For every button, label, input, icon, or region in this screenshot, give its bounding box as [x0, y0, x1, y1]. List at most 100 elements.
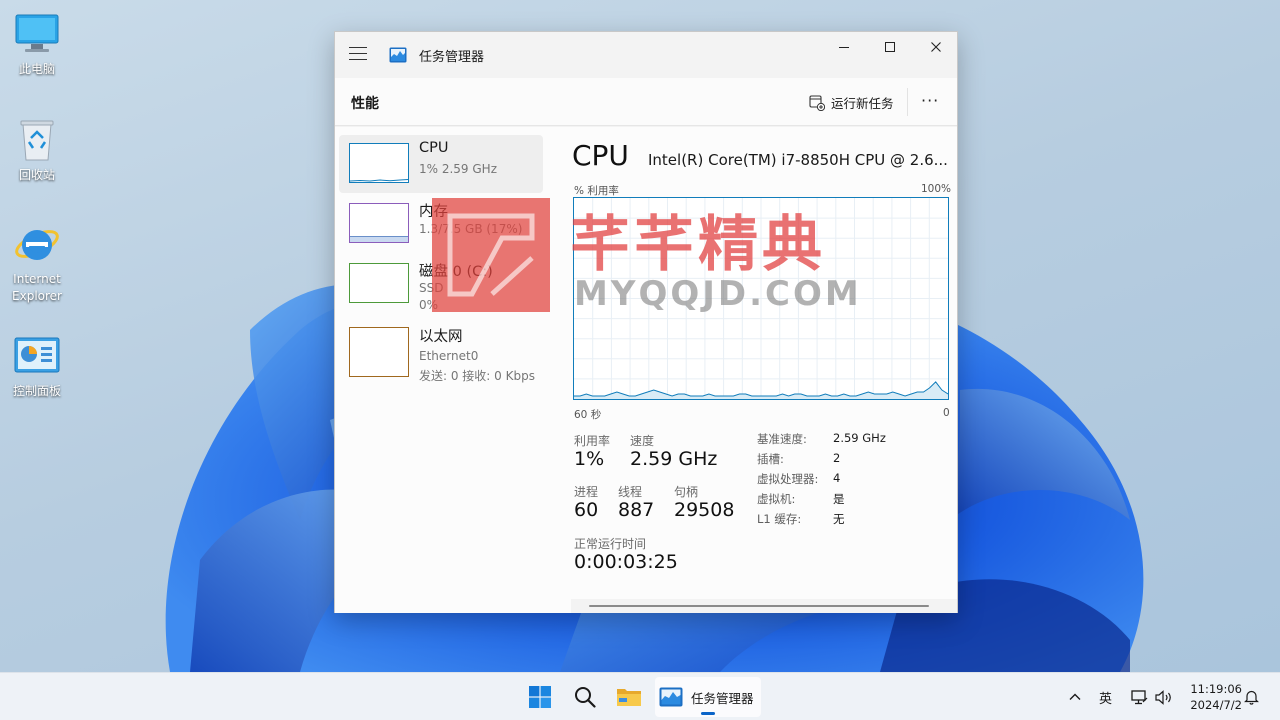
computer-icon	[13, 10, 61, 58]
network-icon	[1131, 689, 1148, 704]
window-title: 任务管理器	[419, 50, 485, 65]
graph-top-right-label: 100%	[921, 183, 952, 195]
hamburger-menu-icon[interactable]	[349, 47, 367, 61]
spec-key: 虚拟处理器:	[757, 472, 819, 486]
cpu-thumbnail-graph	[349, 143, 409, 183]
close-button[interactable]	[913, 32, 959, 62]
chevron-up-icon	[1069, 693, 1081, 700]
active-app-indicator	[701, 712, 715, 715]
system-clock[interactable]: 11:19:06 2024/7/2	[1184, 681, 1242, 713]
threads-value: 887	[618, 499, 655, 521]
handles-label: 句柄	[674, 485, 699, 499]
spec-value: 无	[833, 512, 845, 526]
bell-icon	[1244, 690, 1259, 705]
graph-bottom-right-label: 0	[943, 407, 950, 419]
recycle-bin-icon	[13, 116, 61, 164]
threads-label: 线程	[618, 485, 643, 499]
internet-explorer-icon	[13, 220, 61, 268]
utilization-label: 利用率	[574, 434, 611, 448]
handles-value: 29508	[674, 499, 735, 521]
folder-icon	[617, 689, 641, 706]
perf-item-disk[interactable]: 磁盘 0 (C:) SSD 0%	[339, 255, 543, 313]
taskbar: 任务管理器 英 11:19:06 2024/7/2	[0, 672, 1280, 720]
spec-value: 4	[833, 471, 841, 485]
close-icon	[931, 42, 941, 52]
spec-key: 基准速度:	[757, 432, 807, 446]
uptime-value: 0:00:03:25	[574, 551, 678, 573]
perf-item-detail: 0%	[419, 298, 439, 312]
processes-value: 60	[574, 499, 599, 521]
details-title: CPU	[572, 139, 629, 172]
cpu-mini-chart	[349, 179, 409, 182]
perf-item-memory[interactable]: 内存 1.3/7.5 GB (17%)	[339, 195, 543, 253]
memory-thumbnail-graph	[349, 203, 409, 243]
desktop-icon-internet-explorer[interactable]: Internet Explorer	[1, 220, 73, 305]
command-bar: 性能 运行新任务 ···	[335, 78, 957, 126]
horizontal-scrollbar[interactable]	[571, 599, 957, 613]
perf-item-name: 以太网	[419, 329, 463, 345]
start-button[interactable]	[520, 677, 560, 717]
perf-item-detail: 1% 2.59 GHz	[419, 162, 498, 176]
task-manager-window: 任务管理器 性能 运行新任务 ··· CPU 1% 2.59 GHz 内存 1.…	[334, 31, 958, 613]
input-method-indicator[interactable]: 英	[1099, 673, 1112, 720]
more-options-button[interactable]: ···	[921, 91, 939, 110]
perf-item-ethernet[interactable]: 以太网 Ethernet0 发送: 0 接收: 0 Kbps	[339, 327, 543, 385]
cpu-graph-svg	[574, 198, 949, 399]
desktop-icon-label: Internet Explorer	[12, 272, 62, 303]
network-button[interactable]	[1131, 673, 1148, 720]
minimize-icon	[839, 47, 849, 48]
title-bar[interactable]: 任务管理器	[335, 32, 957, 78]
spec-key: 插槽:	[757, 452, 784, 466]
taskbar-app-label: 任务管理器	[691, 690, 754, 706]
search-icon	[575, 687, 596, 708]
speaker-icon	[1155, 689, 1171, 705]
run-new-task-icon	[809, 94, 825, 111]
volume-button[interactable]	[1155, 673, 1173, 720]
perf-item-detail: SSD	[419, 281, 444, 295]
notifications-button[interactable]	[1244, 673, 1259, 720]
disk-thumbnail-graph	[349, 263, 409, 303]
perf-item-detail: 发送: 0 接收: 0 Kbps	[419, 369, 535, 383]
maximize-icon	[885, 42, 895, 52]
task-manager-taskbar-icon	[659, 687, 683, 707]
perf-item-name: 磁盘 0 (C:)	[419, 264, 493, 280]
run-new-task-label: 运行新任务	[831, 96, 894, 111]
desktop-icon-recycle-bin[interactable]: 回收站	[1, 116, 73, 184]
task-manager-icon	[389, 47, 407, 63]
cpu-model-name: Intel(R) Core(TM) i7-8850H CPU @ 2.6...	[648, 151, 948, 169]
desktop-icon-label: 回收站	[18, 168, 55, 182]
control-panel-icon	[13, 332, 61, 380]
perf-item-detail: Ethernet0	[419, 349, 479, 363]
memory-fill	[350, 236, 408, 242]
desktop-icon-this-pc[interactable]: 此电脑	[1, 10, 73, 78]
maximize-button[interactable]	[867, 32, 913, 62]
uptime-label: 正常运行时间	[574, 537, 647, 551]
graph-bottom-left-label: 60 秒	[574, 409, 602, 421]
graph-top-left-label: % 利用率	[574, 185, 619, 197]
file-explorer-button[interactable]	[609, 677, 649, 717]
spec-key: L1 缓存:	[757, 512, 802, 526]
processes-label: 进程	[574, 485, 599, 499]
desktop-icon-control-panel[interactable]: 控制面板	[1, 332, 73, 400]
cpu-details-panel: CPU Intel(R) Core(TM) i7-8850H CPU @ 2.6…	[571, 127, 957, 613]
run-new-task-button[interactable]: 运行新任务	[809, 93, 894, 112]
clock-time: 11:19:06	[1190, 682, 1242, 696]
performance-content: CPU 1% 2.59 GHz 内存 1.3/7.5 GB (17%) 磁盘 0…	[335, 127, 957, 613]
speed-label: 速度	[630, 434, 655, 448]
utilization-value: 1%	[574, 448, 605, 470]
minimize-button[interactable]	[821, 32, 867, 62]
taskbar-app-task-manager[interactable]: 任务管理器	[655, 677, 761, 717]
command-separator	[907, 88, 908, 116]
spec-value: 是	[833, 492, 845, 506]
show-hidden-icons-button[interactable]	[1068, 673, 1082, 720]
page-title: 性能	[351, 96, 379, 112]
spec-key: 虚拟机:	[757, 492, 796, 506]
clock-date: 2024/7/2	[1190, 698, 1242, 712]
perf-item-name: 内存	[419, 204, 448, 220]
perf-item-detail: 1.3/7.5 GB (17%)	[419, 222, 523, 236]
perf-item-cpu[interactable]: CPU 1% 2.59 GHz	[339, 135, 543, 193]
spec-value: 2	[833, 451, 841, 465]
speed-value: 2.59 GHz	[630, 448, 718, 470]
scrollbar-thumb[interactable]	[589, 605, 929, 607]
search-button[interactable]	[565, 677, 605, 717]
